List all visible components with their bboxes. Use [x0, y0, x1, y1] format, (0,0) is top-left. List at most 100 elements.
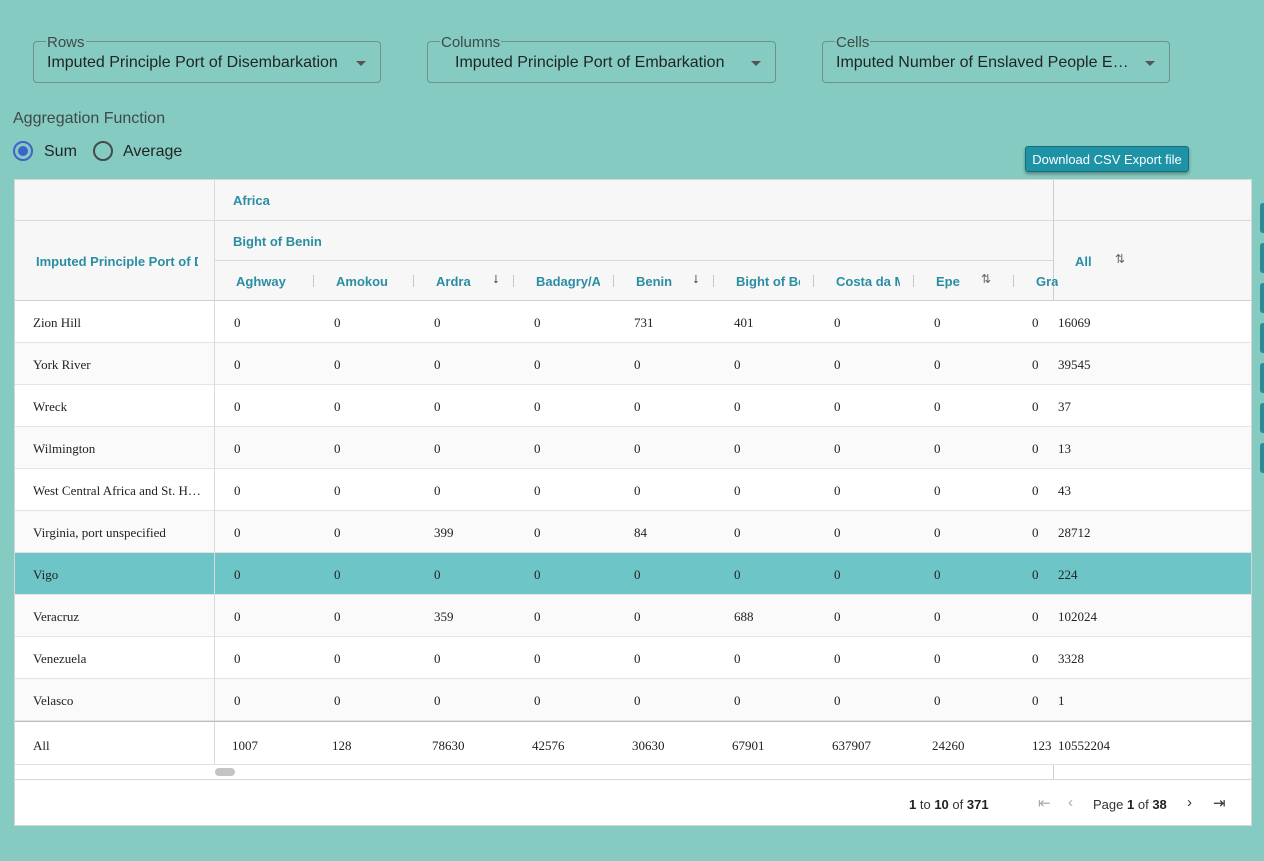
- grid-header: [15, 180, 1251, 301]
- horizontal-scrollbar[interactable]: [214, 766, 1053, 780]
- table-cell: 0: [534, 693, 541, 708]
- table-cell: 0: [1032, 441, 1039, 456]
- chevron-down-icon: [356, 61, 366, 66]
- table-cell: 0: [534, 315, 541, 330]
- column-header[interactable]: Benin: [636, 274, 692, 289]
- previous-page-icon[interactable]: ‹: [1068, 794, 1073, 811]
- table-cell: 0: [434, 315, 441, 330]
- totals-row-grand-total: 10552204: [1058, 738, 1110, 753]
- table-cell: 0: [1032, 651, 1039, 666]
- column-header[interactable]: Bight of Benin, place unspecified: [736, 274, 800, 289]
- next-page-icon[interactable]: ›: [1187, 794, 1192, 811]
- column-separator[interactable]: [413, 275, 414, 287]
- table-cell: 0: [234, 609, 241, 624]
- table-row[interactable]: Zion Hill 0 0 0 0 731 401 0 0 0 16069: [15, 301, 1251, 343]
- table-row[interactable]: Wreck 0 0 0 0 0 0 0 0 0 37: [15, 385, 1251, 427]
- table-row[interactable]: Veracruz 0 0 359 0 0 688 0 0 0 102024: [15, 595, 1251, 637]
- table-cell: 0: [334, 357, 341, 372]
- table-cell: 0: [534, 525, 541, 540]
- table-row[interactable]: Wilmington 0 0 0 0 0 0 0 0 0 13: [15, 427, 1251, 469]
- side-tab[interactable]: [1260, 443, 1264, 473]
- scrollbar-thumb[interactable]: [215, 768, 235, 776]
- table-cell: 84: [634, 525, 647, 540]
- column-separator[interactable]: [513, 275, 514, 287]
- column-separator[interactable]: [613, 275, 614, 287]
- table-cell: 0: [534, 651, 541, 666]
- total-column-header[interactable]: All: [1075, 254, 1092, 269]
- side-tab[interactable]: [1260, 323, 1264, 353]
- table-row[interactable]: Vigo 0 0 0 0 0 0 0 0 0 224: [15, 553, 1251, 595]
- table-cell: 0: [534, 567, 541, 582]
- column-separator[interactable]: [913, 275, 914, 287]
- side-tab[interactable]: [1260, 403, 1264, 433]
- sort-icon[interactable]: ⭣: [693, 272, 699, 287]
- table-cell: 0: [734, 399, 741, 414]
- table-cell: 0: [434, 441, 441, 456]
- column-header[interactable]: Aghway: [236, 274, 300, 289]
- column-header[interactable]: Ardra: [436, 274, 492, 289]
- column-header[interactable]: Grand-Popo: [1036, 274, 1058, 289]
- column-separator[interactable]: [713, 275, 714, 287]
- table-cell: 0: [1032, 357, 1039, 372]
- cells-select-value: Imputed Number of Enslaved People Embark…: [836, 54, 1129, 71]
- column-separator[interactable]: [1013, 275, 1014, 287]
- sort-icon[interactable]: ⇅: [981, 272, 991, 286]
- side-tab[interactable]: [1260, 243, 1264, 273]
- row-total: 3328: [1058, 651, 1084, 666]
- row-total: 13: [1058, 441, 1071, 456]
- table-cell: 0: [334, 399, 341, 414]
- columns-select[interactable]: Columns Imputed Principle Port of Embark…: [427, 35, 776, 83]
- download-csv-button[interactable]: Download CSV Export file: [1025, 146, 1189, 172]
- side-tab[interactable]: [1260, 363, 1264, 393]
- row-label: Wilmington: [33, 441, 96, 456]
- table-cell: 0: [734, 651, 741, 666]
- table-cell: 0: [434, 693, 441, 708]
- table-cell: 0: [934, 567, 941, 582]
- table-row[interactable]: Venezuela 0 0 0 0 0 0 0 0 0 3328: [15, 637, 1251, 679]
- table-cell: 0: [734, 693, 741, 708]
- column-separator[interactable]: [813, 275, 814, 287]
- sort-icon[interactable]: ⭣: [493, 272, 499, 287]
- table-row[interactable]: York River 0 0 0 0 0 0 0 0 0 39545: [15, 343, 1251, 385]
- table-cell: 0: [1032, 567, 1039, 582]
- sort-icon[interactable]: ⇅: [1115, 252, 1125, 266]
- table-cell: 0: [234, 693, 241, 708]
- radio-sum-label[interactable]: Sum: [44, 143, 77, 161]
- cells-select[interactable]: Cells Imputed Number of Enslaved People …: [822, 35, 1170, 83]
- first-page-icon[interactable]: ⇤: [1038, 794, 1051, 812]
- rows-select[interactable]: Rows Imputed Principle Port of Disembark…: [33, 35, 381, 83]
- column-header[interactable]: Costa da Mina: [836, 274, 900, 289]
- radio-sum[interactable]: [13, 141, 33, 161]
- row-label: Virginia, port unspecified: [33, 525, 166, 540]
- table-cell: 0: [934, 399, 941, 414]
- last-page-icon[interactable]: ⇥: [1213, 794, 1226, 812]
- table-cell: 0: [234, 441, 241, 456]
- table-cell: 0: [834, 525, 841, 540]
- radio-average[interactable]: [93, 141, 113, 161]
- row-label: Zion Hill: [33, 315, 82, 330]
- table-row[interactable]: Velasco 0 0 0 0 0 0 0 0 0 1: [15, 679, 1251, 721]
- column-separator[interactable]: [313, 275, 314, 287]
- total-cell: 67901: [732, 738, 765, 753]
- total-cell: 128: [332, 738, 352, 753]
- table-cell: 0: [534, 357, 541, 372]
- table-row[interactable]: Virginia, port unspecified 0 0 399 0 84 0 0 0 0 28…: [15, 511, 1251, 553]
- columns-select-legend: Columns: [440, 34, 502, 51]
- table-row[interactable]: West Central Africa and St. Helena, port…: [15, 469, 1251, 511]
- radio-average-label[interactable]: Average: [123, 143, 182, 161]
- columns-select-value: Imputed Principle Port of Embarkation: [455, 54, 725, 71]
- column-header[interactable]: Badagry/Apa: [536, 274, 600, 289]
- row-total: 16069: [1058, 315, 1091, 330]
- table-cell: 0: [934, 525, 941, 540]
- rows-select-legend: Rows: [46, 34, 86, 51]
- table-cell: 399: [434, 525, 454, 540]
- table-cell: 0: [834, 399, 841, 414]
- row-label: West Central Africa and St. Helena, port…: [33, 483, 203, 498]
- column-header[interactable]: Amokou: [336, 274, 400, 289]
- side-tab[interactable]: [1260, 283, 1264, 313]
- row-header[interactable]: Imputed Principle Port of Disembarkation: [36, 254, 198, 269]
- side-tab[interactable]: [1260, 203, 1264, 233]
- table-cell: 0: [634, 357, 641, 372]
- table-cell: 0: [434, 357, 441, 372]
- table-cell: 0: [334, 567, 341, 582]
